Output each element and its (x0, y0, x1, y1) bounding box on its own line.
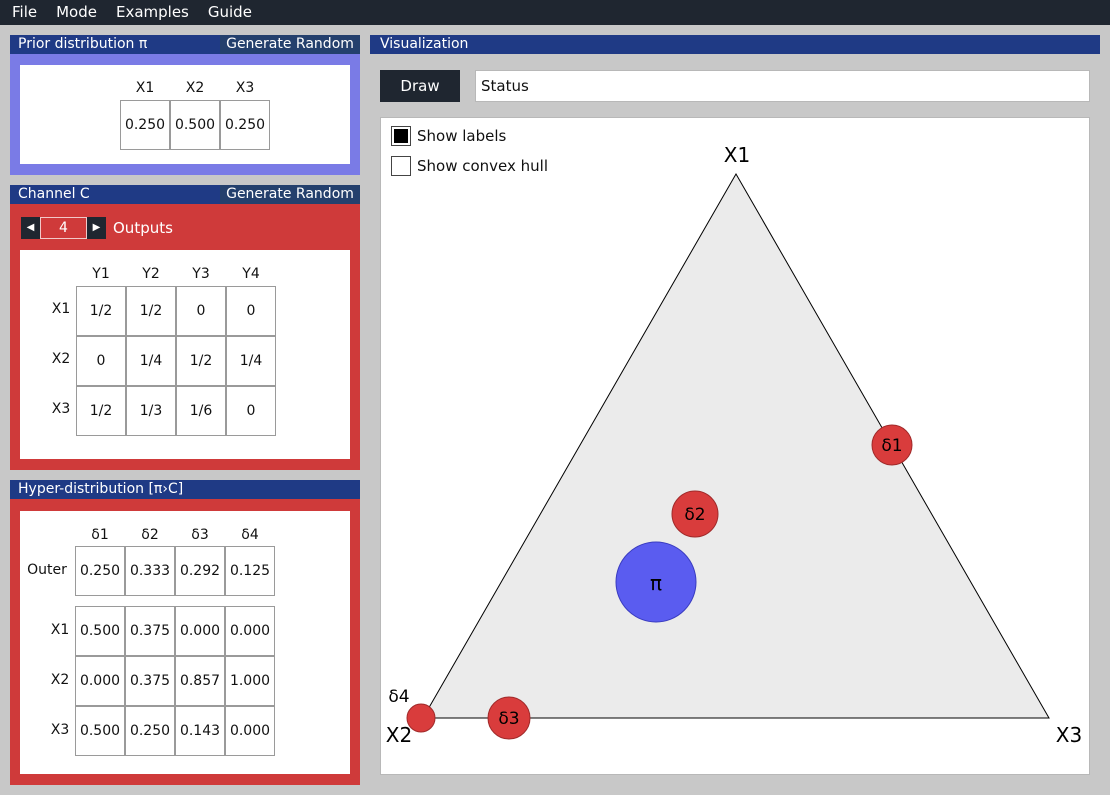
simplex-triangle (422, 172, 1050, 719)
prior-value-cell[interactable]: 0.500 (170, 100, 220, 150)
menu-file[interactable]: File (6, 0, 43, 25)
hyper-inner-cell: 0.143 (175, 706, 225, 756)
hyper-panel-body: δ1 δ2 δ3 δ4 Outer 0.250 0.333 0.292 0.12… (10, 499, 360, 785)
draw-button[interactable]: Draw (380, 70, 460, 102)
channel-col-header: Y1 (92, 266, 110, 282)
channel-row-header: X1 (51, 301, 71, 317)
prior-value-cell[interactable]: 0.250 (220, 100, 270, 150)
prior-col-header: X2 (185, 80, 205, 96)
prior-generate-button[interactable]: Generate Random (220, 35, 360, 54)
menu-mode[interactable]: Mode (50, 0, 103, 25)
prior-panel: Prior distribution π Generate Random X1 … (10, 35, 360, 175)
visualization-canvas[interactable]: Show labels Show convex hull X1 X2 X3 π … (380, 117, 1090, 775)
posterior-point-delta4[interactable] (406, 703, 436, 733)
hyper-outer-cell: 0.250 (75, 546, 125, 596)
hyper-panel-header: Hyper-distribution [π›C] (10, 480, 360, 499)
hyper-row-header: X2 (50, 672, 70, 688)
posterior-label-delta3: δ3 (498, 709, 519, 729)
channel-cell[interactable]: 1/2 (76, 286, 126, 336)
triangle-left-icon: ◀ (26, 222, 35, 233)
channel-col-header: Y3 (192, 266, 210, 282)
hyper-panel: Hyper-distribution [π›C] δ1 δ2 δ3 δ4 Out… (10, 480, 360, 785)
channel-cell[interactable]: 0 (226, 286, 276, 336)
channel-cell[interactable]: 1/4 (126, 336, 176, 386)
posterior-label-delta4: δ4 (388, 687, 409, 707)
prior-point-label: π (650, 571, 662, 595)
hyper-inner-cell: 0.250 (125, 706, 175, 756)
hyper-inner-cell: 0.500 (75, 706, 125, 756)
hyper-inner-cell: 0.000 (175, 606, 225, 656)
channel-cell[interactable]: 1/2 (176, 336, 226, 386)
menu-bar: File Mode Examples Guide (0, 0, 1110, 25)
simplex-plot: X1 X2 X3 π δ1 δ2 δ3 δ4 (386, 143, 1082, 747)
channel-col-header: Y2 (142, 266, 160, 282)
hyper-inner-cell: 0.000 (225, 606, 275, 656)
channel-panel-header: Channel C Generate Random (10, 185, 360, 204)
hyper-title: Hyper-distribution [π›C] (18, 481, 184, 497)
prior-col-header: X1 (135, 80, 155, 96)
channel-cell[interactable]: 1/6 (176, 386, 226, 436)
outputs-stepper: ◀ 4 ▶ Outputs (21, 216, 173, 239)
hyper-inner-cell: 0.375 (125, 656, 175, 706)
prior-panel-header: Prior distribution π Generate Random (10, 35, 360, 54)
channel-cell[interactable]: 1/2 (76, 386, 126, 436)
menu-guide[interactable]: Guide (202, 0, 258, 25)
channel-cell[interactable]: 0 (76, 336, 126, 386)
vertex-label-x3: X3 (1056, 723, 1082, 747)
hyper-inner-cell: 0.500 (75, 606, 125, 656)
hyper-inner-cell: 0.000 (225, 706, 275, 756)
visualization-header: Visualization (370, 35, 1100, 54)
outputs-count-field[interactable]: 4 (40, 216, 87, 239)
hyper-inner-cell: 1.000 (225, 656, 275, 706)
prior-panel-body: X1 X2 X3 0.250 0.500 0.250 (10, 54, 360, 175)
hyper-table-box: δ1 δ2 δ3 δ4 Outer 0.250 0.333 0.292 0.12… (20, 511, 350, 774)
vertex-label-x2: X2 (386, 723, 412, 747)
hyper-inner-cell: 0.375 (125, 606, 175, 656)
outputs-decrement-button[interactable]: ◀ (21, 216, 40, 239)
channel-title: Channel C (18, 186, 90, 202)
hyper-col-header: δ1 (91, 527, 109, 543)
channel-row-header: X3 (51, 401, 71, 417)
channel-generate-button[interactable]: Generate Random (220, 185, 360, 204)
prior-title: Prior distribution π (18, 36, 148, 52)
hyper-row-header: X3 (50, 722, 70, 738)
channel-col-header: Y4 (242, 266, 260, 282)
hyper-outer-cell: 0.292 (175, 546, 225, 596)
outputs-increment-button[interactable]: ▶ (87, 216, 106, 239)
prior-col-header: X3 (235, 80, 255, 96)
hyper-row-header: X1 (50, 622, 70, 638)
channel-table-box: Y1 Y2 Y3 Y4 X1 X2 X3 1/2 1/2 0 0 0 1/4 1… (20, 250, 350, 459)
hyper-col-header: δ4 (241, 527, 259, 543)
channel-cell[interactable]: 0 (176, 286, 226, 336)
channel-cell[interactable]: 1/3 (126, 386, 176, 436)
posterior-label-delta1: δ1 (881, 436, 902, 456)
hyper-outer-label: Outer (27, 562, 67, 578)
hyper-inner-cell: 0.857 (175, 656, 225, 706)
channel-row-header: X2 (51, 351, 71, 367)
vertex-label-x1: X1 (724, 143, 750, 167)
channel-cell[interactable]: 1/4 (226, 336, 276, 386)
hyper-outer-cell: 0.333 (125, 546, 175, 596)
prior-table-box: X1 X2 X3 0.250 0.500 0.250 (20, 65, 350, 164)
channel-cell[interactable]: 0 (226, 386, 276, 436)
hyper-inner-cell: 0.000 (75, 656, 125, 706)
hyper-col-header: δ3 (191, 527, 209, 543)
posterior-label-delta2: δ2 (684, 505, 705, 525)
menu-examples[interactable]: Examples (110, 0, 195, 25)
triangle-right-icon: ▶ (92, 222, 101, 233)
hyper-outer-cell: 0.125 (225, 546, 275, 596)
hyper-col-header: δ2 (141, 527, 159, 543)
outputs-label: Outputs (113, 218, 173, 237)
prior-value-cell[interactable]: 0.250 (120, 100, 170, 150)
channel-cell[interactable]: 1/2 (126, 286, 176, 336)
status-field: Status (475, 70, 1090, 102)
